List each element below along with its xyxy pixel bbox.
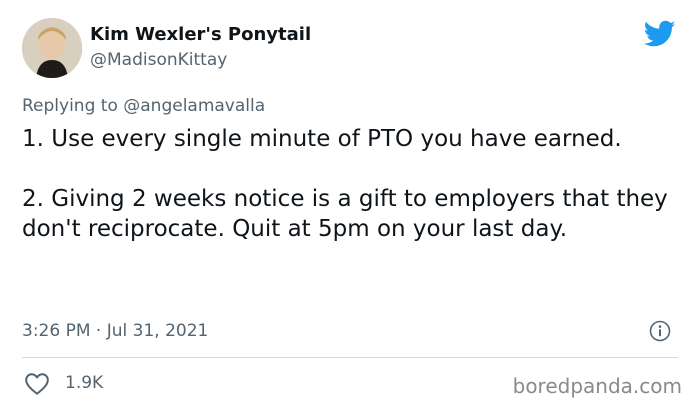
replying-to: Replying to @angelamavalla bbox=[22, 96, 265, 116]
watermark: boredpanda.com bbox=[512, 374, 682, 398]
replying-to-prefix: Replying to bbox=[22, 96, 124, 116]
tweet-paragraph-1: 1. Use every single minute of PTO you ha… bbox=[22, 126, 622, 152]
avatar-photo bbox=[22, 18, 82, 78]
author-handle[interactable]: @MadisonKittay bbox=[90, 50, 227, 70]
tweet-text: 1. Use every single minute of PTO you ha… bbox=[22, 124, 687, 244]
like-count[interactable]: 1.9K bbox=[65, 373, 103, 393]
author-display-name[interactable]: Kim Wexler's Ponytail bbox=[90, 24, 311, 45]
divider bbox=[22, 357, 678, 358]
avatar[interactable] bbox=[22, 18, 82, 78]
reply-target-link[interactable]: @angelamavalla bbox=[123, 96, 265, 116]
info-icon[interactable] bbox=[649, 320, 671, 342]
twitter-bird-icon[interactable] bbox=[644, 20, 676, 48]
tweet-timestamp[interactable]: 3:26 PM · Jul 31, 2021 bbox=[22, 321, 208, 341]
heart-icon[interactable] bbox=[24, 372, 50, 396]
tweet-paragraph-2: 2. Giving 2 weeks notice is a gift to em… bbox=[22, 186, 668, 242]
